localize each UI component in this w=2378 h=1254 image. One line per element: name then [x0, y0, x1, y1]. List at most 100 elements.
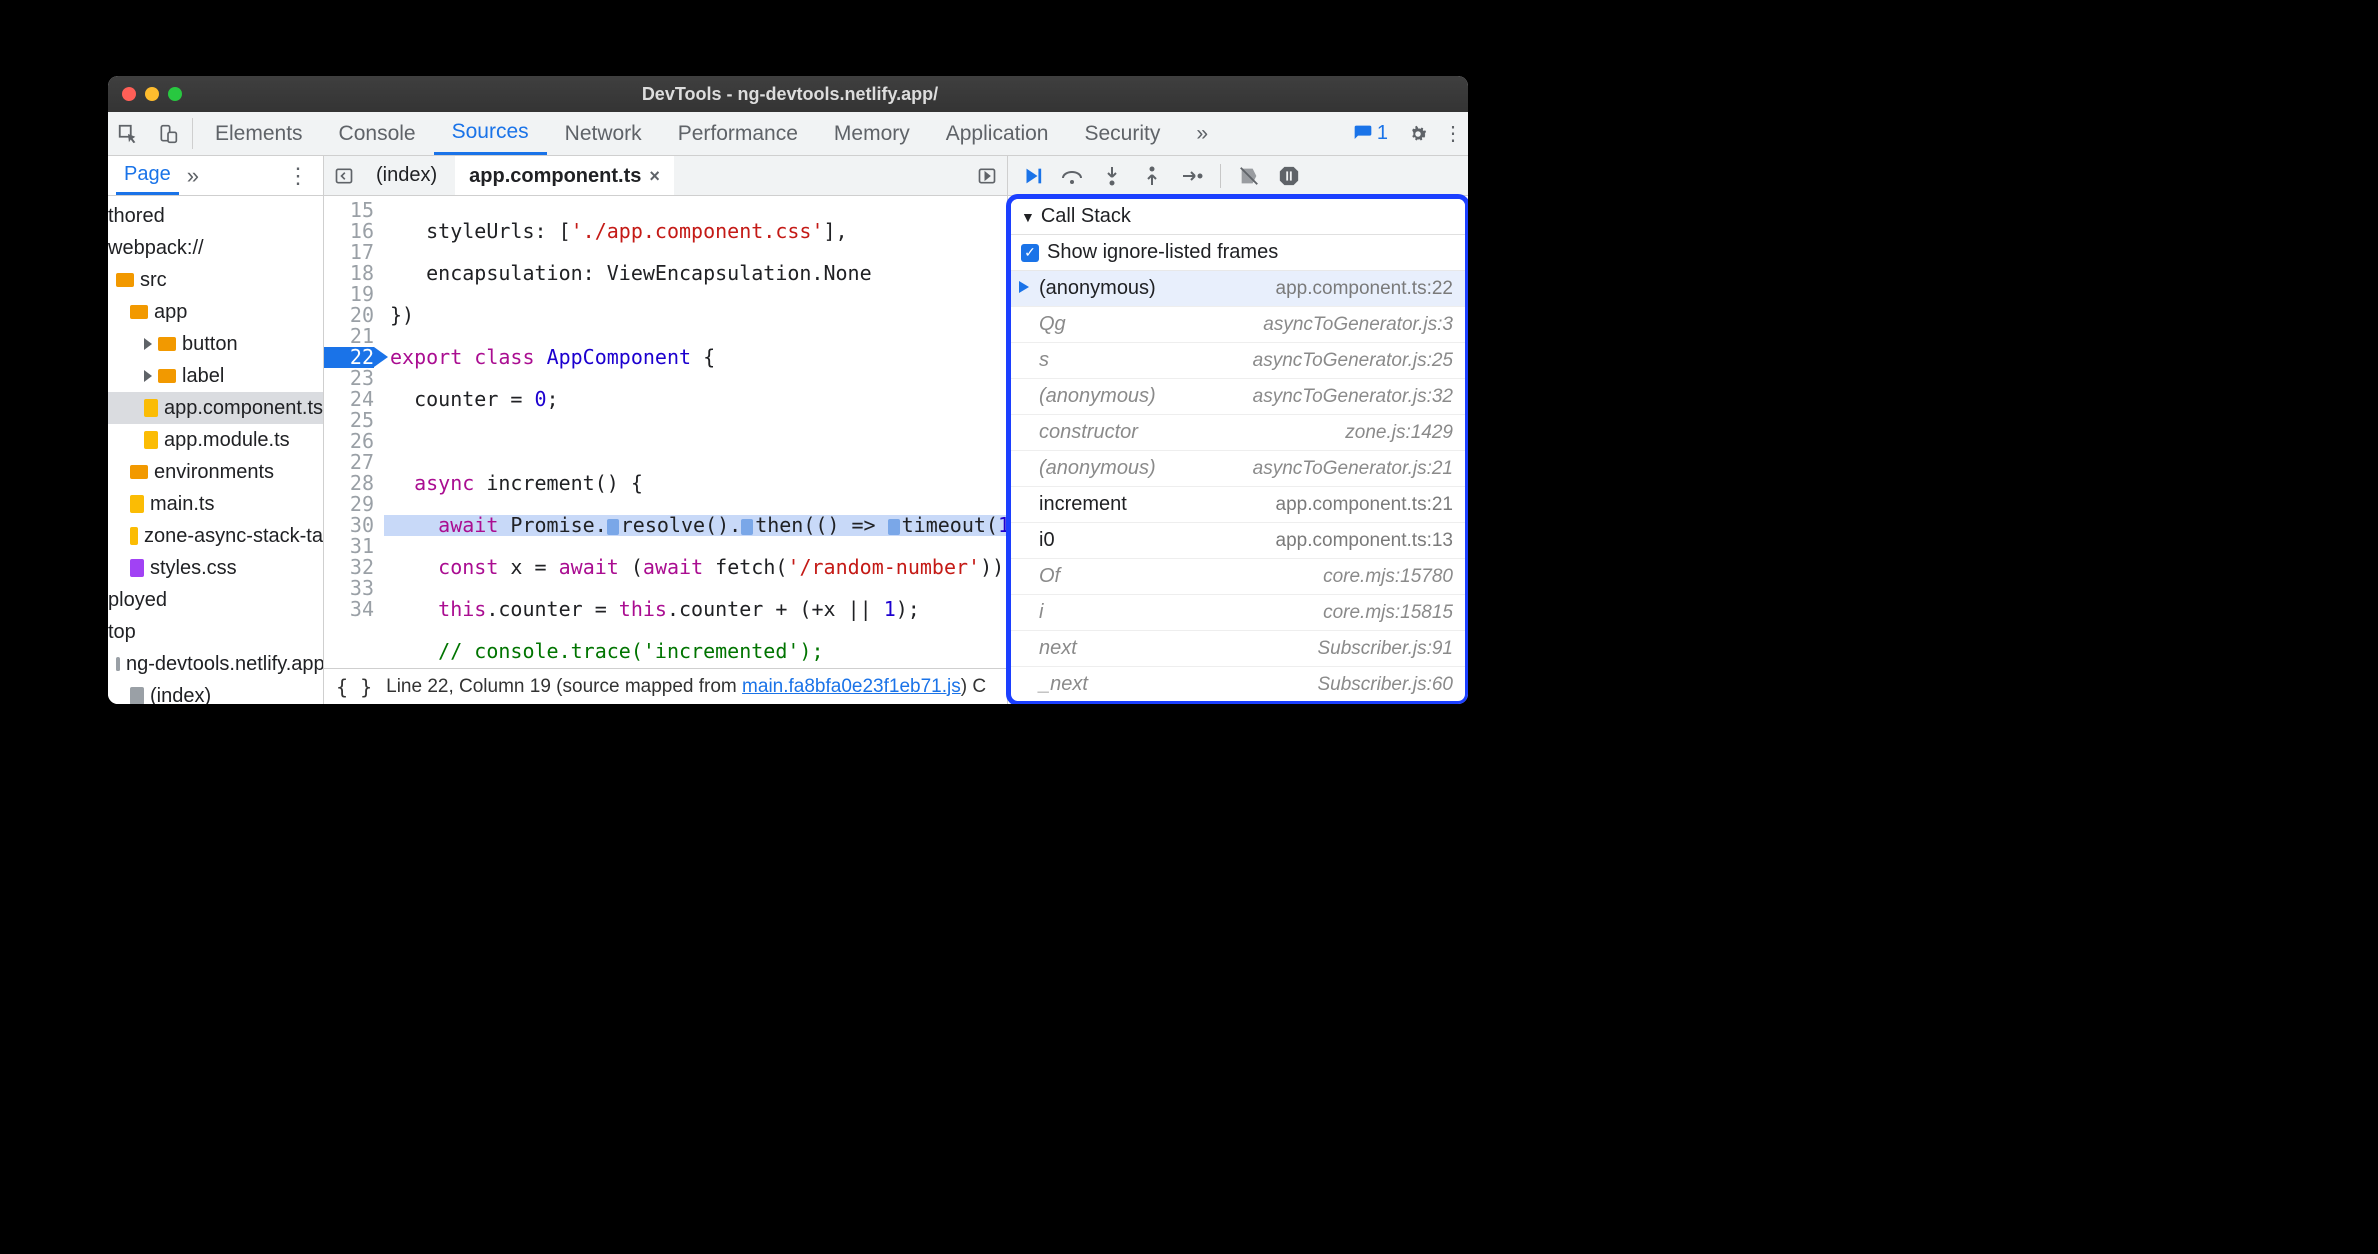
- stack-frame[interactable]: QgasyncToGenerator.js:3: [1011, 307, 1465, 343]
- sourcemap-link[interactable]: main.fa8bfa0e23f1eb71.js: [742, 676, 961, 697]
- step-over-icon[interactable]: [1060, 164, 1084, 188]
- file-icon: [130, 527, 138, 545]
- file-tree: thored webpack:// src app button label a…: [108, 196, 323, 704]
- pretty-print-icon[interactable]: { }: [336, 675, 372, 699]
- editor-tabstrip: (index) app.component.ts ×: [324, 156, 1007, 196]
- editor-tab-active[interactable]: app.component.ts ×: [455, 156, 674, 195]
- code-body: styleUrls: ['./app.component.css'], enca…: [384, 196, 1007, 668]
- stack-frame[interactable]: incrementapp.component.ts:21: [1011, 487, 1465, 523]
- stack-frame[interactable]: Ofcore.mjs:15780: [1011, 559, 1465, 595]
- stack-frame[interactable]: _nextSubscriber.js:60: [1011, 667, 1465, 701]
- expand-icon: [144, 370, 152, 382]
- navigator-tab-page[interactable]: Page: [116, 156, 179, 195]
- tree-node[interactable]: thored: [108, 200, 323, 232]
- code-editor[interactable]: 15 16 17 18 19 20 21 22 23 24 25 26 27 2…: [324, 196, 1007, 668]
- tree-node[interactable]: ng-devtools.netlify.app: [108, 648, 323, 680]
- cursor-position: Line 22, Column 19 (source mapped from m…: [386, 676, 986, 698]
- stack-frame[interactable]: nextSubscriber.js:91: [1011, 631, 1465, 667]
- checkbox-checked-icon[interactable]: ✓: [1021, 244, 1039, 262]
- issues-button[interactable]: 1: [1343, 112, 1398, 155]
- tab-performance[interactable]: Performance: [660, 112, 816, 155]
- tab-network[interactable]: Network: [547, 112, 660, 155]
- navigator-more-icon[interactable]: ⋮: [281, 163, 315, 189]
- tree-node[interactable]: app.module.ts: [108, 424, 323, 456]
- file-icon: [144, 431, 158, 449]
- tree-node[interactable]: top: [108, 616, 323, 648]
- tree-node[interactable]: webpack://: [108, 232, 323, 264]
- line-gutter: 15 16 17 18 19 20 21 22 23 24 25 26 27 2…: [324, 196, 384, 668]
- editor-tab[interactable]: (index): [362, 156, 451, 195]
- resume-icon[interactable]: [1020, 164, 1044, 188]
- close-tab-icon[interactable]: ×: [649, 166, 660, 187]
- call-stack-frames: (anonymous)app.component.ts:22 QgasyncTo…: [1011, 271, 1465, 701]
- expand-icon: [144, 338, 152, 350]
- call-stack-section: ▼ Call Stack ✓ Show ignore-listed frames…: [1006, 194, 1468, 704]
- file-icon: [130, 559, 144, 577]
- window-controls: [122, 87, 182, 101]
- tab-memory[interactable]: Memory: [816, 112, 928, 155]
- tree-node[interactable]: main.ts: [108, 488, 323, 520]
- close-window-button[interactable]: [122, 87, 136, 101]
- issues-count: 1: [1377, 122, 1388, 145]
- folder-icon: [116, 273, 134, 287]
- more-menu-icon[interactable]: ⋮: [1438, 112, 1468, 155]
- editor-statusbar: { } Line 22, Column 19 (source mapped fr…: [324, 668, 1007, 704]
- zoom-window-button[interactable]: [168, 87, 182, 101]
- pause-exceptions-icon[interactable]: [1277, 164, 1301, 188]
- folder-icon: [130, 465, 148, 479]
- tree-node[interactable]: label: [108, 360, 323, 392]
- stack-frame[interactable]: (anonymous)asyncToGenerator.js:21: [1011, 451, 1465, 487]
- navigator-tabs-overflow-icon[interactable]: »: [187, 163, 199, 189]
- tab-console[interactable]: Console: [321, 112, 434, 155]
- file-icon: [144, 399, 158, 417]
- inspect-element-icon[interactable]: [108, 112, 148, 155]
- tree-node[interactable]: ployed: [108, 584, 323, 616]
- tree-node[interactable]: button: [108, 328, 323, 360]
- editor-panel: (index) app.component.ts × 15 16 17: [324, 156, 1008, 704]
- tab-security[interactable]: Security: [1066, 112, 1178, 155]
- run-snippet-icon[interactable]: [973, 166, 1001, 186]
- minimize-window-button[interactable]: [145, 87, 159, 101]
- tab-application[interactable]: Application: [928, 112, 1067, 155]
- stack-frame[interactable]: icore.mjs:15815: [1011, 595, 1465, 631]
- stack-frame[interactable]: i0app.component.ts:13: [1011, 523, 1465, 559]
- file-icon: [130, 495, 144, 513]
- step-into-icon[interactable]: [1100, 164, 1124, 188]
- tree-node[interactable]: zone-async-stack-ta: [108, 520, 323, 552]
- folder-icon: [130, 305, 148, 319]
- devtools-tabstrip: Elements Console Sources Network Perform…: [108, 112, 1468, 156]
- show-ignored-checkbox-row[interactable]: ✓ Show ignore-listed frames: [1011, 235, 1465, 271]
- devtools-window: DevTools - ng-devtools.netlify.app/ Elem…: [108, 76, 1468, 704]
- stack-frame[interactable]: sasyncToGenerator.js:25: [1011, 343, 1465, 379]
- folder-icon: [158, 369, 176, 383]
- step-out-icon[interactable]: [1140, 164, 1164, 188]
- tree-node[interactable]: (index): [108, 680, 323, 704]
- tab-elements[interactable]: Elements: [197, 112, 321, 155]
- window-titlebar: DevTools - ng-devtools.netlify.app/: [108, 76, 1468, 112]
- settings-gear-icon[interactable]: [1398, 112, 1438, 155]
- tree-node[interactable]: environments: [108, 456, 323, 488]
- deactivate-breakpoints-icon[interactable]: [1237, 164, 1261, 188]
- window-title: DevTools - ng-devtools.netlify.app/: [182, 84, 1398, 105]
- step-icon[interactable]: [1180, 164, 1204, 188]
- stack-frame[interactable]: constructorzone.js:1429: [1011, 415, 1465, 451]
- tree-node-selected[interactable]: app.component.ts: [108, 392, 323, 424]
- navigator-panel: Page » ⋮ thored webpack:// src app butto…: [108, 156, 324, 704]
- tabs-overflow-icon[interactable]: »: [1178, 112, 1226, 155]
- stack-frame[interactable]: (anonymous)asyncToGenerator.js:32: [1011, 379, 1465, 415]
- device-toolbar-icon[interactable]: [148, 112, 188, 155]
- chevron-down-icon: ▼: [1021, 209, 1035, 225]
- call-stack-header[interactable]: ▼ Call Stack: [1011, 199, 1465, 235]
- breakpoint-marker[interactable]: 22: [324, 347, 374, 368]
- stack-frame-current[interactable]: (anonymous)app.component.ts:22: [1011, 271, 1465, 307]
- tree-node[interactable]: styles.css: [108, 552, 323, 584]
- navigator-tabstrip: Page » ⋮: [108, 156, 323, 196]
- folder-icon: [158, 337, 176, 351]
- file-icon: [130, 687, 144, 704]
- debugger-panel: ▼ Call Stack ✓ Show ignore-listed frames…: [1008, 156, 1468, 704]
- tree-node[interactable]: src: [108, 264, 323, 296]
- tree-node[interactable]: app: [108, 296, 323, 328]
- nav-back-icon[interactable]: [330, 166, 358, 186]
- debugger-toolbar: [1008, 156, 1468, 196]
- tab-sources[interactable]: Sources: [434, 112, 547, 155]
